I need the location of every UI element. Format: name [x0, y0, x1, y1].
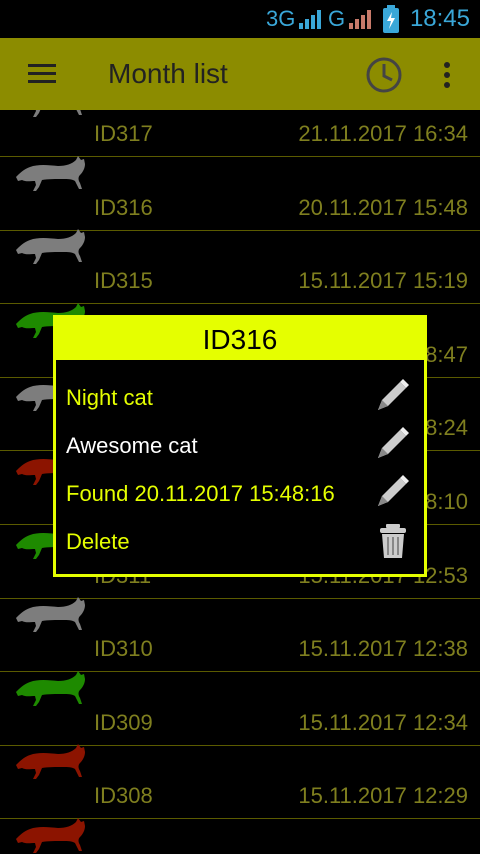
delete-item[interactable]: Delete: [66, 529, 130, 555]
list-item-id: ID317: [94, 121, 153, 146]
cat-icon: [16, 670, 85, 706]
found-date-item[interactable]: Found 20.11.2017 15:48:16: [66, 481, 335, 507]
list-item-datetime: 15.11.2017 15:19: [298, 268, 468, 294]
list-item-id: ID310: [94, 636, 153, 662]
list-item[interactable]: [0, 818, 480, 854]
cat-icon: [16, 744, 85, 780]
cat-icon: [16, 229, 85, 265]
menu-icon[interactable]: [26, 62, 58, 86]
clock: 18:45: [409, 5, 470, 32]
list-item[interactable]: ID317 21.11.2017 16:34: [0, 110, 480, 157]
list-item-partial-text: 8:10: [425, 489, 468, 514]
list-item-id: ID316: [94, 194, 153, 220]
status-bar: 3G G 18:45: [0, 0, 480, 38]
list-item-datetime: 15.11.2017 12:29: [298, 783, 468, 809]
list-item[interactable]: ID310 15.11.2017 12:38: [0, 597, 480, 673]
signal-icon-2: [349, 10, 371, 29]
list-item[interactable]: ID309 15.11.2017 12:34: [0, 670, 480, 746]
edit-description-pencil-icon[interactable]: [370, 424, 412, 466]
network-type: 3G: [266, 6, 296, 31]
edit-date-pencil-icon[interactable]: [370, 472, 412, 514]
cat-icon: [16, 155, 85, 191]
network-type-2: G: [328, 6, 346, 31]
dialog-title: ID316: [56, 318, 424, 360]
overflow-menu-icon[interactable]: [440, 60, 454, 90]
list-item[interactable]: ID315 15.11.2017 15:19: [0, 229, 480, 305]
list-item[interactable]: ID308 15.11.2017 12:29: [0, 744, 480, 820]
cat-description-item[interactable]: Awesome cat: [66, 433, 198, 459]
page-title: Month list: [108, 58, 228, 89]
edit-name-pencil-icon[interactable]: [370, 376, 412, 418]
cat-detail-dialog: ID316 Night cat Awesome cat Found 20.11.…: [53, 315, 427, 577]
trash-icon[interactable]: [376, 520, 418, 562]
cat-icon: [16, 818, 85, 853]
cat-icon: [33, 110, 82, 117]
history-clock-icon[interactable]: [364, 55, 404, 95]
list-item-id: ID308: [94, 783, 153, 809]
list-item-partial-text: 8:24: [425, 415, 468, 441]
app-bar: Month list: [0, 38, 480, 110]
list-item-id: ID315: [94, 268, 153, 294]
list-item-datetime: 21.11.2017 16:34: [298, 121, 468, 146]
cat-icon: [16, 597, 85, 633]
cat-name-item[interactable]: Night cat: [66, 385, 153, 411]
list-item-partial-text: 8:47: [425, 341, 468, 367]
list-item[interactable]: ID316 20.11.2017 15:48: [0, 155, 480, 231]
signal-icon: [299, 10, 321, 29]
list-item-id: ID309: [94, 709, 153, 735]
list-item-datetime: 15.11.2017 12:38: [298, 636, 468, 662]
list-item-datetime: 20.11.2017 15:48: [298, 194, 468, 220]
list-item-datetime: 15.11.2017 12:34: [298, 709, 468, 735]
battery-icon: [383, 5, 399, 33]
